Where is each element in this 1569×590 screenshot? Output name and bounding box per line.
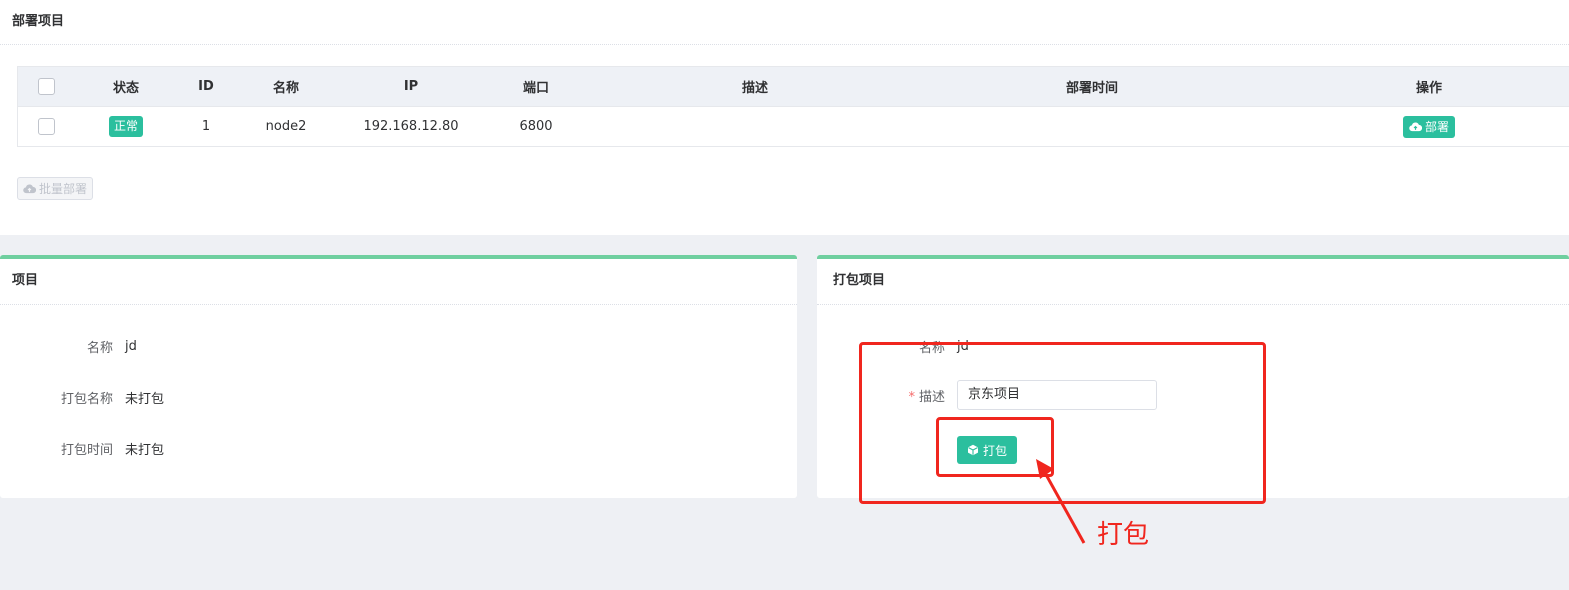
row-ip: 192.168.12.80 <box>363 119 459 134</box>
table-header: 状态 ID 名称 IP 端口 描述 部署时间 操作 <box>18 67 1569 107</box>
header-select-all <box>18 78 74 95</box>
row-checkbox[interactable] <box>37 118 55 135</box>
package-name-label: 打包名称 <box>60 391 113 407</box>
annotation-label: 打包 <box>1097 520 1150 550</box>
row-port: 6800 <box>519 119 553 134</box>
deploy-button-label: 部署 <box>1424 120 1449 134</box>
table-row: 正常 1 node2 192.168.12.80 6800 部署 <box>18 107 1569 146</box>
deploy-button[interactable]: 部署 <box>1402 115 1455 138</box>
header-actions: 操作 <box>1415 81 1442 96</box>
row-status: 正常 <box>74 116 178 137</box>
header-ip: IP <box>403 79 419 94</box>
project-name-value: jd <box>125 338 137 354</box>
header-desc: 描述 <box>741 81 768 96</box>
select-all-checkbox[interactable] <box>37 78 55 95</box>
header-deploy-time: 部署时间 <box>1065 81 1118 96</box>
package-name-value: 未打包 <box>125 391 165 407</box>
batch-deploy-button[interactable]: 批量部署 <box>17 177 94 200</box>
cloud-upload-icon <box>1409 122 1422 131</box>
row-select <box>18 118 74 135</box>
header-status: 状态 <box>112 81 139 96</box>
annotation-arrow-icon <box>1036 459 1086 544</box>
package-panel-title: 打包项目 <box>817 259 1569 305</box>
project-panel: 项目 名称 jd 打包名称 未打包 打包时间 未打包 <box>0 255 797 498</box>
nodes-table: 状态 ID 名称 IP 端口 描述 部署时间 操作 正常 1 node2 192… <box>17 66 1569 147</box>
package-time-row: 打包时间 未打包 <box>0 433 164 463</box>
status-badge: 正常 <box>108 116 143 137</box>
header-port: 端口 <box>522 81 549 96</box>
row-id: 1 <box>201 119 211 134</box>
project-name-label: 名称 <box>86 340 113 356</box>
project-name-row: 名称 jd <box>0 331 137 361</box>
deploy-card: 部署项目 状态 ID 名称 IP 端口 描述 部署时间 操作 正常 1 node… <box>0 0 1569 235</box>
header-name: 名称 <box>272 81 299 96</box>
batch-deploy-label: 批量部署 <box>39 182 88 196</box>
package-time-label: 打包时间 <box>60 442 113 458</box>
package-name-row: 打包名称 未打包 <box>0 382 164 412</box>
deploy-card-title: 部署项目 <box>0 0 1569 45</box>
cloud-upload-icon <box>23 184 36 193</box>
row-name: node2 <box>265 119 307 134</box>
package-time-value: 未打包 <box>125 442 165 458</box>
header-id: ID <box>198 79 214 94</box>
project-panel-title: 项目 <box>0 259 797 305</box>
row-actions: 部署 <box>1262 115 1569 138</box>
